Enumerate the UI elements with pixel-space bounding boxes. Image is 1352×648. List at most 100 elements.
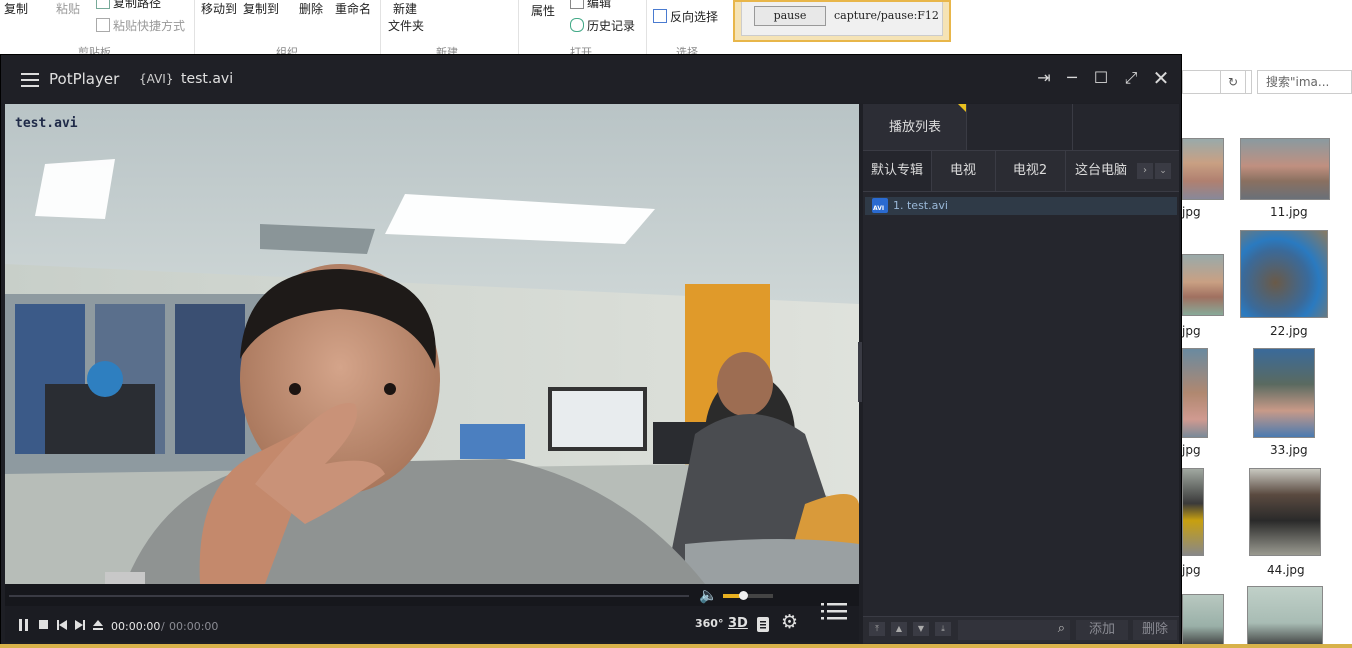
thumbnail-grid: jpg 11.jpg jpg 22.jpg jpg 33.jpg jpg 44.… [1182, 100, 1352, 648]
ribbon-divider [646, 0, 647, 60]
file-label[interactable]: jpg [1182, 443, 1201, 457]
history-button[interactable]: 历史记录 [570, 17, 635, 34]
seek-track[interactable] [9, 595, 689, 597]
close-icon[interactable]: ✕ [1150, 67, 1172, 89]
playlist-panel: 播放列表 默认专辑 电视 电视2 这台电脑 › ⌄ AVI 1. test.av… [863, 104, 1179, 644]
chevron-right-icon[interactable]: › [1137, 163, 1153, 179]
thumbnail-image[interactable] [1253, 348, 1315, 438]
search-icon: ⌕ [1057, 621, 1065, 636]
next-icon[interactable] [75, 620, 85, 630]
new-folder-line2[interactable]: 文件夹 [388, 17, 424, 34]
tab-empty[interactable] [1073, 104, 1179, 150]
thumbnail-image[interactable] [1182, 348, 1208, 438]
thumbnail-image[interactable] [1249, 468, 1321, 556]
panel-collapse-handle[interactable] [858, 342, 862, 402]
tab-default-album[interactable]: 默认专辑 [863, 151, 932, 191]
thumbnail-image[interactable] [1182, 468, 1204, 556]
rename-button[interactable]: 重命名 [335, 0, 371, 17]
file-label[interactable]: jpg [1182, 563, 1201, 577]
move-up-icon[interactable]: ▲ [891, 622, 907, 636]
control-bar: 00:00:00 / 00:00:00 360° 3D ⚙ [5, 603, 859, 642]
vr-360-button[interactable]: 360° [695, 617, 723, 630]
eject-icon[interactable] [93, 620, 103, 630]
paste-button[interactable]: 粘贴 [56, 0, 80, 17]
copy-path-button[interactable]: 复制路径 [96, 0, 161, 11]
copy-button[interactable]: 复制 [4, 0, 28, 17]
video-frame[interactable]: test.avi [5, 104, 859, 584]
title-bar[interactable]: PotPlayer {AVI} test.avi ⇥ ─ ☐ ⤢ ✕ [1, 55, 1181, 103]
thumbnail-image[interactable] [1240, 138, 1330, 200]
menu-icon[interactable] [21, 73, 39, 87]
refresh-button[interactable]: ↻ [1220, 70, 1246, 94]
document-icon[interactable] [757, 617, 769, 632]
stop-icon[interactable] [39, 620, 49, 630]
thumbnail-image[interactable] [1182, 594, 1224, 648]
pause-icon[interactable] [18, 619, 30, 631]
thumbnail-image[interactable] [1247, 586, 1323, 648]
copy-to-button[interactable]: 复制到 [243, 0, 279, 17]
paste-shortcut-icon [96, 18, 110, 32]
minimize-icon[interactable]: ─ [1061, 67, 1083, 89]
3d-button[interactable]: 3D [728, 616, 748, 631]
app-name: PotPlayer [49, 70, 120, 88]
file-label[interactable]: jpg [1182, 324, 1201, 338]
search-input[interactable]: 搜索"ima... [1257, 70, 1352, 94]
thumbnail-image[interactable] [1182, 138, 1224, 200]
playlist-item[interactable]: AVI 1. test.avi [865, 197, 1177, 215]
new-folder-line1[interactable]: 新建 [393, 0, 417, 17]
remove-button[interactable]: 删除 [1133, 620, 1177, 640]
paste-shortcut-button[interactable]: 粘贴快捷方式 [96, 17, 185, 34]
capture-hint: capture/pause:F12 [834, 9, 939, 22]
fullscreen-icon[interactable]: ⤢ [1120, 67, 1142, 89]
invert-select-button[interactable]: 反向选择 [653, 8, 718, 25]
delete-button[interactable]: 删除 [299, 0, 323, 17]
edit-button[interactable]: 编辑 [570, 0, 611, 11]
history-label: 历史记录 [587, 19, 636, 33]
file-label[interactable]: 44.jpg [1267, 563, 1305, 577]
tab-tv[interactable]: 电视 [931, 151, 996, 191]
file-label[interactable]: 22.jpg [1270, 324, 1308, 338]
thumbnail-image[interactable] [1182, 254, 1224, 316]
pause-button[interactable]: pause [754, 6, 826, 26]
file-label[interactable]: 11.jpg [1270, 205, 1308, 219]
chevron-down-icon[interactable]: ⌄ [1155, 163, 1171, 179]
avi-icon-label: AVI [873, 205, 885, 212]
move-bottom-icon[interactable]: ⤓ [935, 622, 951, 636]
album-tabs: 默认专辑 电视 电视2 这台电脑 › ⌄ [863, 150, 1179, 192]
playlist-toggle-icon[interactable] [821, 601, 847, 623]
potplayer-window: PotPlayer {AVI} test.avi ⇥ ─ ☐ ⤢ ✕ test.… [0, 54, 1182, 646]
history-icon [570, 18, 584, 32]
time-separator: / [161, 620, 165, 633]
current-time: 00:00:00 [111, 620, 161, 633]
paste-shortcut-label: 粘贴快捷方式 [113, 19, 186, 33]
volume-knob[interactable] [739, 591, 748, 600]
copy-path-label: 复制路径 [113, 0, 162, 10]
tab-tv2[interactable]: 电视2 [995, 151, 1066, 191]
tab-this-pc[interactable]: 这台电脑 [1065, 151, 1137, 191]
volume-slider[interactable] [723, 591, 773, 600]
window-file-name: test.avi [181, 71, 234, 87]
seek-bar[interactable]: 🔈 [5, 584, 859, 606]
previous-icon[interactable] [57, 620, 67, 630]
properties-button[interactable]: 属性 [531, 2, 555, 19]
pin-icon[interactable]: ⇥ [1033, 67, 1055, 89]
move-to-button[interactable]: 移动到 [201, 0, 237, 17]
maximize-icon[interactable]: ☐ [1090, 67, 1112, 89]
ribbon-divider [380, 0, 381, 60]
playlist-search-input[interactable]: ⌕ [958, 620, 1070, 640]
tab-empty[interactable] [967, 104, 1073, 150]
move-down-icon[interactable]: ▼ [913, 622, 929, 636]
add-button[interactable]: 添加 [1076, 620, 1128, 640]
file-label[interactable]: 33.jpg [1270, 443, 1308, 457]
playlist-title: 播放列表 [889, 120, 942, 135]
copy-path-icon [96, 0, 110, 9]
file-label[interactable]: jpg [1182, 205, 1201, 219]
tab-playlist[interactable]: 播放列表 [863, 104, 967, 150]
tab-corner-marker [958, 104, 966, 112]
avi-file-icon: AVI [872, 198, 888, 213]
thumbnail-image[interactable] [1240, 230, 1328, 318]
move-top-icon[interactable]: ⤒ [869, 622, 885, 636]
settings-gear-icon[interactable]: ⚙ [781, 611, 798, 633]
speaker-icon[interactable]: 🔈 [699, 586, 718, 604]
invert-select-icon [653, 9, 667, 23]
